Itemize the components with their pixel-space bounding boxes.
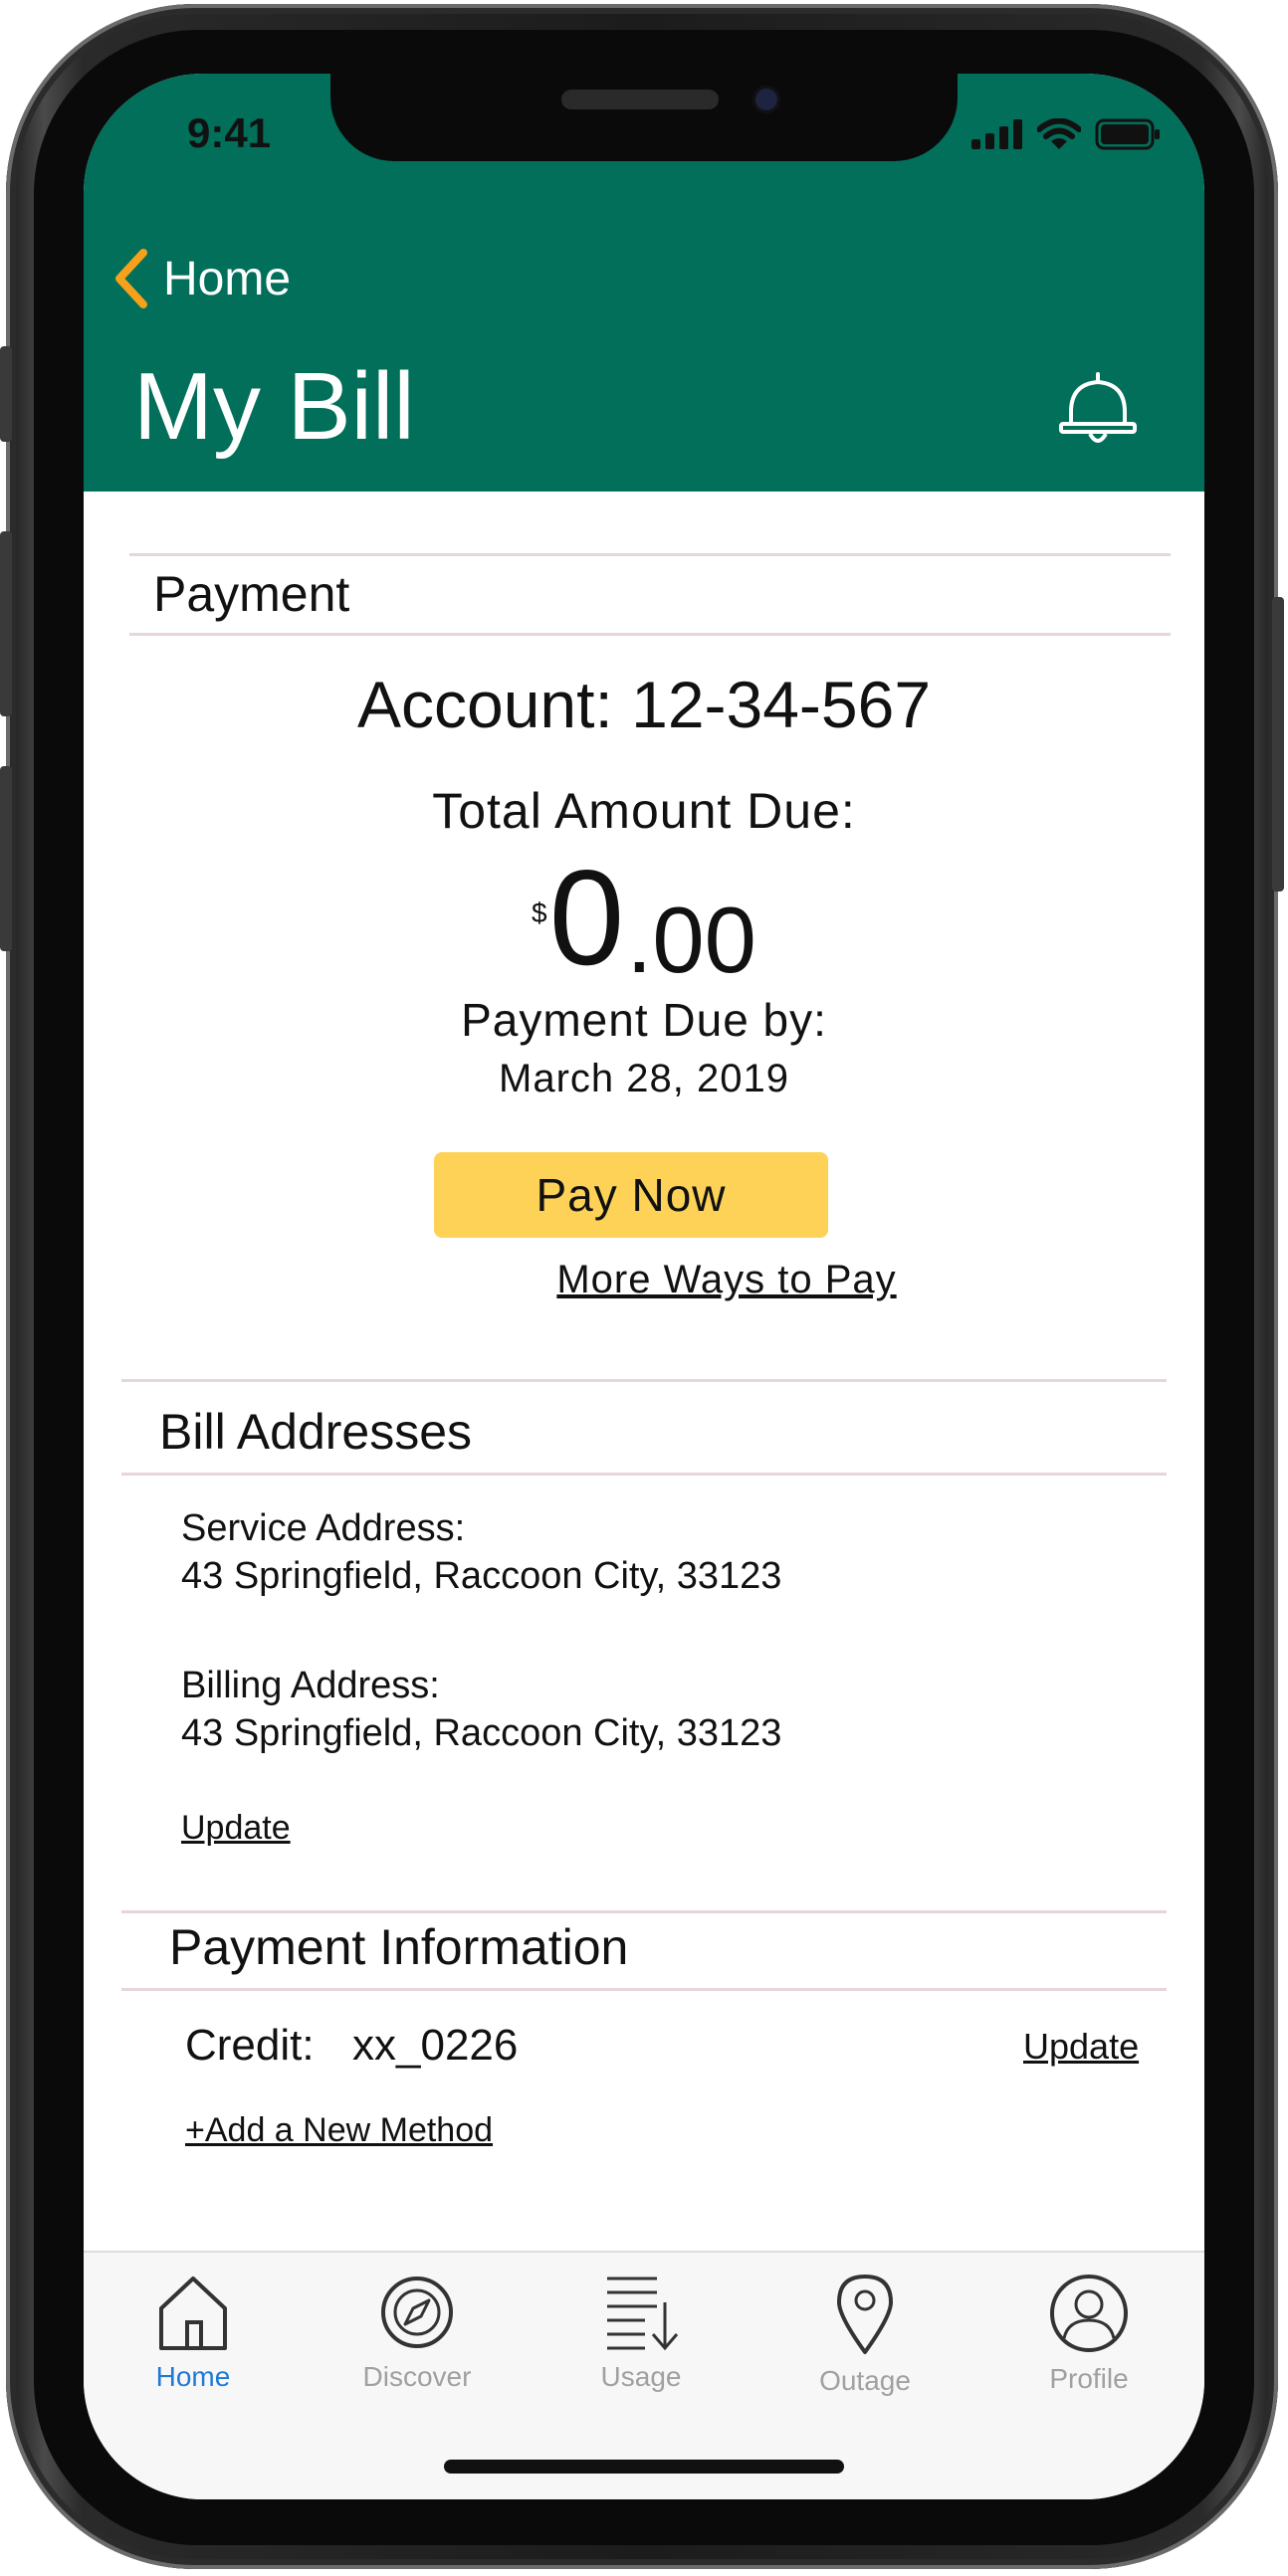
account-number: Account: 12-34-567 bbox=[356, 668, 932, 741]
notch bbox=[330, 74, 958, 161]
back-button[interactable]: Home bbox=[111, 249, 291, 308]
tab-usage-label: Usage bbox=[600, 2361, 682, 2392]
tab-usage[interactable]: Usage bbox=[561, 2273, 721, 2393]
volume-down-button bbox=[0, 766, 12, 951]
tab-discover[interactable]: Discover bbox=[337, 2273, 497, 2393]
divider bbox=[121, 1473, 1167, 1476]
tab-profile-label: Profile bbox=[1049, 2363, 1129, 2394]
back-label: Home bbox=[163, 252, 292, 305]
divider bbox=[121, 1988, 1167, 1991]
update-payment-method-link[interactable]: Update bbox=[1023, 2026, 1139, 2068]
earpiece-speaker bbox=[561, 90, 719, 109]
app-screen: 9:41 Home My Bill Payment Account: 12-34… bbox=[84, 74, 1204, 2499]
bill-addresses-section-title: Bill Addresses bbox=[159, 1404, 473, 1460]
amount-whole: 0 bbox=[548, 842, 625, 993]
power-button bbox=[1272, 597, 1284, 892]
compass-icon bbox=[381, 2277, 453, 2348]
service-address-value: 43 Springfield, Raccoon City, 33123 bbox=[181, 1555, 782, 1597]
divider bbox=[121, 1910, 1167, 1913]
home-indicator[interactable] bbox=[444, 2460, 844, 2474]
person-icon bbox=[1050, 2275, 1128, 2352]
notifications-bell-button[interactable] bbox=[1057, 368, 1139, 455]
add-payment-method-link[interactable]: +Add a New Method bbox=[185, 2111, 493, 2150]
payment-due-date: March 28, 2019 bbox=[499, 1057, 789, 1100]
tab-outage[interactable]: Outage bbox=[785, 2273, 945, 2397]
front-camera bbox=[752, 86, 780, 113]
more-ways-to-pay-link[interactable]: More Ways to Pay bbox=[203, 1258, 1204, 1302]
service-address-label: Service Address: bbox=[181, 1507, 466, 1549]
divider bbox=[121, 1379, 1167, 1382]
payment-information-section-title: Payment Information bbox=[169, 1919, 629, 1975]
status-time: 9:41 bbox=[187, 109, 272, 156]
tab-profile[interactable]: Profile bbox=[1009, 2273, 1169, 2395]
silent-switch bbox=[0, 346, 12, 442]
currency-symbol: $ bbox=[532, 897, 547, 928]
volume-up-button bbox=[0, 531, 12, 716]
app-header: 9:41 Home My Bill bbox=[84, 74, 1204, 492]
amount-due: $ 0 .00 bbox=[84, 850, 1204, 992]
battery-icon bbox=[1095, 118, 1160, 150]
divider bbox=[129, 553, 1171, 556]
pay-now-button[interactable]: Pay Now bbox=[434, 1152, 828, 1238]
chevron-left-icon bbox=[115, 249, 147, 308]
tab-home[interactable]: Home bbox=[113, 2273, 273, 2393]
map-pin-icon bbox=[837, 2275, 893, 2354]
payment-section-title: Payment bbox=[153, 566, 350, 622]
update-address-link[interactable]: Update bbox=[181, 1809, 291, 1848]
house-icon bbox=[159, 2277, 227, 2350]
billing-address-value: 43 Springfield, Raccoon City, 33123 bbox=[181, 1712, 782, 1754]
bell-icon bbox=[1059, 372, 1137, 443]
amount-fraction: .00 bbox=[626, 888, 756, 992]
cellular-signal-icon bbox=[971, 119, 1022, 149]
tab-outage-label: Outage bbox=[819, 2365, 911, 2396]
payment-method-label: Credit: bbox=[185, 2021, 315, 2070]
payment-method-value: xx_0226 bbox=[352, 2021, 519, 2070]
payment-due-label: Payment Due by: bbox=[461, 994, 827, 1046]
total-amount-due-label: Total Amount Due: bbox=[432, 783, 856, 839]
status-icons bbox=[971, 117, 1161, 151]
usage-list-icon bbox=[607, 2277, 679, 2351]
divider bbox=[129, 633, 1171, 636]
billing-address-label: Billing Address: bbox=[181, 1665, 440, 1706]
page-title: My Bill bbox=[133, 353, 415, 460]
tab-home-label: Home bbox=[155, 2361, 231, 2392]
wifi-icon bbox=[1037, 118, 1081, 149]
tab-discover-label: Discover bbox=[362, 2361, 472, 2392]
